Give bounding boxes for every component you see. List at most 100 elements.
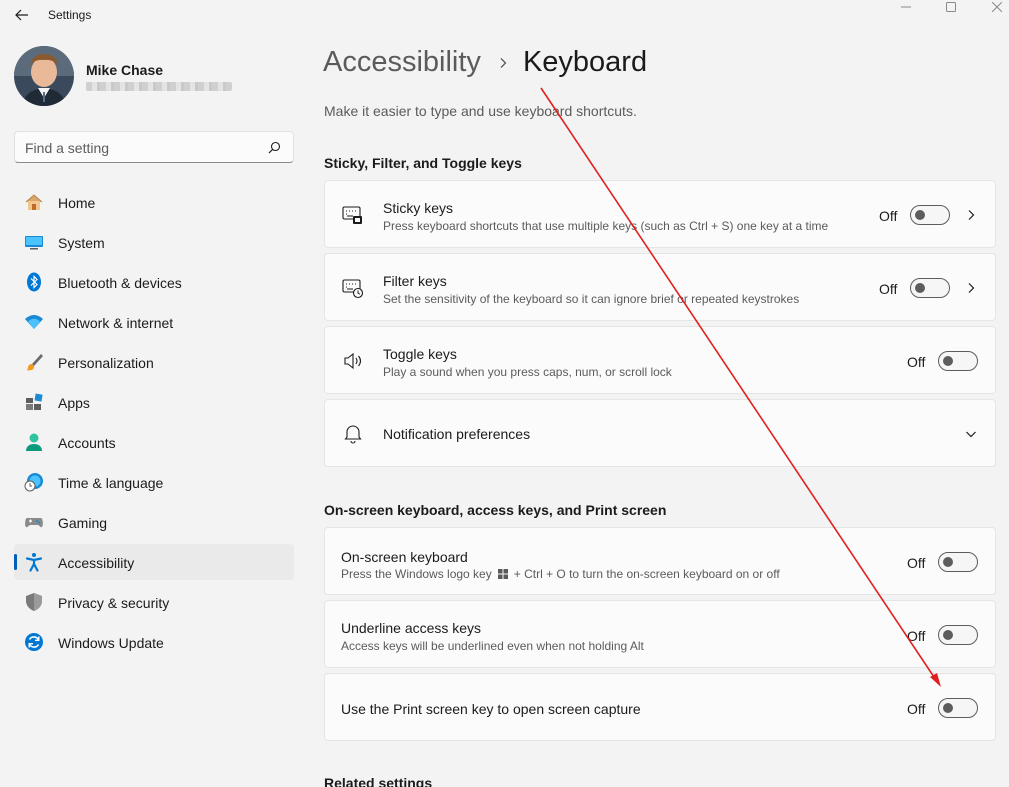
sidebar-item-network[interactable]: Network & internet bbox=[14, 304, 294, 340]
clock-globe-icon bbox=[24, 473, 43, 492]
shield-icon bbox=[26, 593, 42, 611]
chevron-down-icon[interactable] bbox=[965, 428, 977, 440]
sidebar-item-label: System bbox=[58, 235, 105, 251]
section-title-onscreen: On-screen keyboard, access keys, and Pri… bbox=[324, 502, 667, 518]
sidebar-item-apps[interactable]: Apps bbox=[14, 384, 294, 420]
app-title: Settings bbox=[48, 8, 92, 22]
sidebar-item-label: Time & language bbox=[58, 475, 164, 491]
breadcrumb: Accessibility Keyboard bbox=[323, 46, 647, 79]
filter-keys-state: Off bbox=[879, 281, 898, 297]
sidebar-item-label: Accounts bbox=[58, 435, 116, 451]
toggle-keys-description: Play a sound when you press caps, num, o… bbox=[383, 365, 672, 379]
user-email-redacted bbox=[86, 81, 232, 91]
sidebar-item-personalization[interactable]: Personalization bbox=[14, 344, 294, 380]
chevron-right-icon[interactable] bbox=[965, 209, 977, 221]
filter-keys-title: Filter keys bbox=[383, 273, 447, 289]
minimize-button[interactable] bbox=[883, 0, 929, 14]
sidebar-nav: Home System Bluetooth & devices Network … bbox=[14, 184, 294, 664]
sidebar-item-label: Network & internet bbox=[58, 315, 174, 331]
avatar-photo-icon bbox=[14, 46, 74, 106]
sidebar-item-label: Privacy & security bbox=[58, 595, 170, 611]
sticky-keys-state: Off bbox=[879, 208, 898, 224]
print-screen-card[interactable]: Use the Print screen key to open screen … bbox=[324, 673, 996, 741]
sticky-keys-title: Sticky keys bbox=[383, 200, 454, 216]
avatar bbox=[14, 46, 74, 106]
brush-icon bbox=[26, 354, 43, 371]
on-screen-keyboard-toggle[interactable] bbox=[938, 552, 978, 572]
sticky-keys-description: Press keyboard shortcuts that use multip… bbox=[383, 219, 829, 233]
accessibility-icon bbox=[25, 553, 43, 572]
sticky-keys-toggle[interactable] bbox=[910, 205, 950, 225]
sidebar-item-label: Apps bbox=[58, 395, 90, 411]
chevron-right-icon[interactable] bbox=[965, 282, 977, 294]
notification-preferences-card[interactable]: Notification preferences bbox=[324, 399, 996, 467]
close-button[interactable] bbox=[974, 0, 1009, 14]
sidebar-item-windows-update[interactable]: Windows Update bbox=[14, 624, 294, 660]
chevron-right-icon bbox=[500, 57, 507, 68]
underline-access-keys-description: Access keys will be underlined even when… bbox=[341, 639, 644, 653]
home-icon bbox=[25, 194, 43, 210]
on-screen-keyboard-description: Press the Windows logo key + Ctrl + O to… bbox=[341, 567, 780, 581]
underline-access-keys-card[interactable]: Underline access keys Access keys will b… bbox=[324, 600, 996, 668]
print-screen-toggle[interactable] bbox=[938, 698, 978, 718]
wifi-icon bbox=[25, 315, 43, 329]
sticky-keys-card[interactable]: Sticky keys Press keyboard shortcuts tha… bbox=[324, 180, 996, 248]
filter-keys-card[interactable]: Filter keys Set the sensitivity of the k… bbox=[324, 253, 996, 321]
on-screen-keyboard-card[interactable]: On-screen keyboard Press the Windows log… bbox=[324, 527, 996, 595]
underline-access-keys-title: Underline access keys bbox=[341, 620, 482, 636]
sticky-keys-icon bbox=[342, 206, 362, 224]
gamepad-icon bbox=[25, 518, 43, 528]
search-placeholder: Find a setting bbox=[25, 140, 110, 156]
section-title-sticky-filter-toggle: Sticky, Filter, and Toggle keys bbox=[324, 155, 522, 171]
print-screen-state: Off bbox=[907, 701, 926, 717]
filter-keys-description: Set the sensitivity of the keyboard so i… bbox=[383, 292, 800, 306]
sidebar-item-accessibility[interactable]: Accessibility bbox=[14, 544, 294, 580]
toggle-keys-toggle[interactable] bbox=[938, 351, 978, 371]
sidebar-item-label: Accessibility bbox=[58, 555, 135, 571]
underline-access-keys-state: Off bbox=[907, 628, 926, 644]
on-screen-keyboard-state: Off bbox=[907, 555, 926, 571]
sidebar-item-bluetooth[interactable]: Bluetooth & devices bbox=[14, 264, 294, 300]
apps-icon bbox=[26, 393, 43, 410]
user-name: Mike Chase bbox=[86, 61, 164, 78]
sidebar-item-accounts[interactable]: Accounts bbox=[14, 424, 294, 460]
sidebar-item-label: Gaming bbox=[58, 515, 108, 531]
back-button[interactable] bbox=[13, 6, 31, 24]
maximize-icon bbox=[946, 2, 956, 12]
sidebar-item-label: Home bbox=[58, 195, 96, 211]
toggle-keys-state: Off bbox=[907, 354, 926, 370]
bell-icon bbox=[344, 425, 362, 444]
page-subtitle: Make it easier to type and use keyboard … bbox=[324, 103, 637, 119]
update-icon bbox=[25, 633, 43, 651]
windows-logo-icon bbox=[497, 569, 508, 579]
close-icon bbox=[992, 2, 1002, 12]
toggle-keys-card[interactable]: Toggle keys Play a sound when you press … bbox=[324, 326, 996, 394]
sidebar-item-label: Bluetooth & devices bbox=[58, 275, 182, 291]
search-icon bbox=[268, 141, 281, 154]
underline-access-keys-toggle[interactable] bbox=[938, 625, 978, 645]
sidebar-item-time-language[interactable]: Time & language bbox=[14, 464, 294, 500]
filter-keys-toggle[interactable] bbox=[910, 278, 950, 298]
maximize-button[interactable] bbox=[928, 0, 974, 14]
print-screen-title: Use the Print screen key to open screen … bbox=[341, 701, 641, 717]
sidebar-item-privacy[interactable]: Privacy & security bbox=[14, 584, 294, 620]
on-screen-keyboard-title: On-screen keyboard bbox=[341, 549, 468, 565]
back-arrow-icon bbox=[15, 9, 28, 21]
accounts-icon bbox=[26, 433, 42, 451]
osk-desc-before: Press the Windows logo key bbox=[341, 567, 492, 581]
sidebar-item-gaming[interactable]: Gaming bbox=[14, 504, 294, 540]
section-title-related-settings: Related settings bbox=[324, 775, 433, 787]
title-bar: Settings bbox=[0, 0, 1009, 30]
toggle-keys-title: Toggle keys bbox=[383, 346, 457, 362]
minimize-icon bbox=[901, 6, 911, 8]
sidebar-item-label: Personalization bbox=[58, 355, 154, 371]
sidebar-item-system[interactable]: System bbox=[14, 224, 294, 260]
notification-preferences-title: Notification preferences bbox=[383, 426, 531, 442]
breadcrumb-parent[interactable]: Accessibility bbox=[323, 46, 481, 79]
sidebar-item-home[interactable]: Home bbox=[14, 184, 294, 220]
osk-desc-after: + Ctrl + O to turn the on-screen keyboar… bbox=[513, 567, 780, 581]
user-profile[interactable]: Mike Chase bbox=[14, 46, 232, 106]
search-input[interactable]: Find a setting bbox=[14, 131, 294, 163]
speaker-icon bbox=[344, 352, 362, 370]
filter-keys-icon bbox=[342, 279, 364, 299]
